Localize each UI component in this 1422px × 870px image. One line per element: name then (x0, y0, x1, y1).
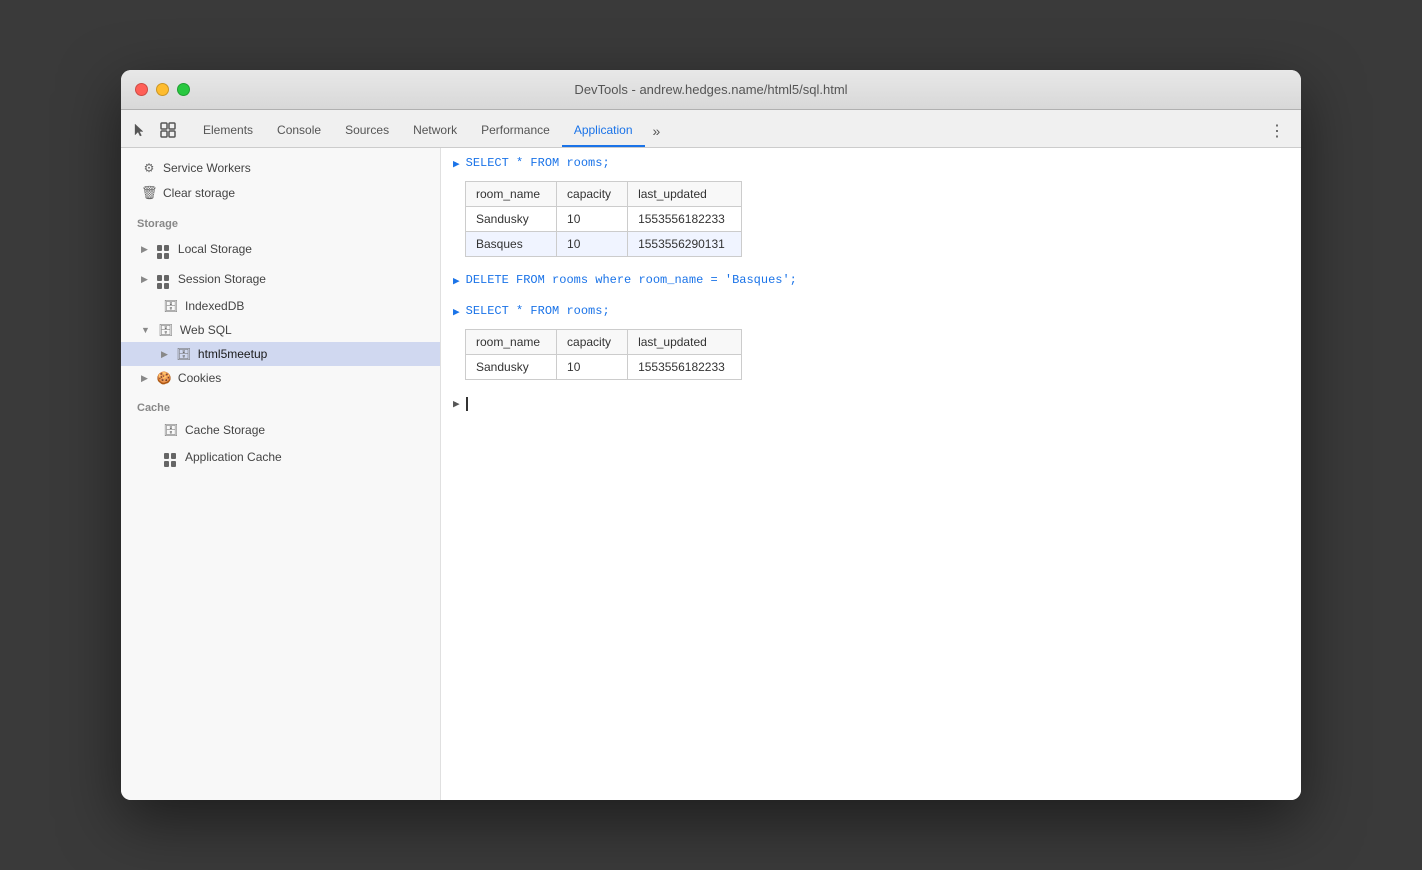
service-workers-label: Service Workers (163, 161, 428, 175)
cursor-icon[interactable] (129, 119, 151, 141)
indexeddb-label: IndexedDB (185, 299, 428, 313)
grid-icon-appcache (163, 447, 179, 467)
sql-query-2-line[interactable]: ▶ DELETE FROM rooms where room_name = 'B… (441, 265, 1301, 296)
html5meetup-label: html5meetup (198, 347, 428, 361)
sidebar-item-websql[interactable]: ▼ 🗄 Web SQL (121, 318, 440, 342)
tab-network[interactable]: Network (401, 115, 469, 147)
sidebar-item-cache-storage[interactable]: 🗄 Cache Storage (121, 418, 440, 442)
cell-room-name-2-1: Sandusky (466, 355, 557, 380)
sql-result-table-1: room_name capacity last_updated Sandusky… (465, 181, 742, 257)
clear-storage-label: Clear storage (163, 186, 428, 200)
session-storage-label: Session Storage (178, 272, 428, 286)
tab-application[interactable]: Application (562, 115, 645, 147)
devtools-menu-icon[interactable]: ⋮ (1261, 115, 1293, 147)
cell-room-name-1-2: Basques (466, 232, 557, 257)
db-icon-cache: 🗄 (163, 423, 179, 437)
websql-label: Web SQL (180, 323, 428, 337)
content-panel[interactable]: ▶ SELECT * FROM rooms; room_name capacit… (441, 148, 1301, 800)
traffic-lights (135, 83, 190, 96)
cell-capacity-1-2: 10 (557, 232, 628, 257)
table-row: Sandusky 10 1553556182233 (466, 355, 742, 380)
chevron-down-icon-websql: ▼ (141, 325, 150, 335)
minimize-button[interactable] (156, 83, 169, 96)
sql-query-1-line[interactable]: ▶ SELECT * FROM rooms; (441, 148, 1301, 179)
cookies-label: Cookies (178, 371, 428, 385)
expand-arrow-1[interactable]: ▶ (453, 157, 460, 171)
cache-storage-label: Cache Storage (185, 423, 428, 437)
close-button[interactable] (135, 83, 148, 96)
col-header-capacity-2: capacity (557, 330, 628, 355)
col-header-last-updated-2: last_updated (628, 330, 742, 355)
tab-console[interactable]: Console (265, 115, 333, 147)
tabbar: Elements Console Sources Network Perform… (121, 110, 1301, 148)
tab-elements[interactable]: Elements (191, 115, 265, 147)
prompt-arrow: ▶ (453, 397, 460, 411)
chevron-right-icon-cookies: ▶ (141, 373, 148, 384)
titlebar: DevTools - andrew.hedges.name/html5/sql.… (121, 70, 1301, 110)
sidebar-item-clear-storage[interactable]: 🗑 Clear storage (121, 180, 440, 206)
grid-icon-local (156, 239, 172, 259)
cell-last-updated-1-2: 1553556290131 (628, 232, 742, 257)
col-header-last-updated-1: last_updated (628, 182, 742, 207)
service-workers-icon: ⚙ (141, 161, 157, 175)
expand-arrow-2[interactable]: ▶ (453, 274, 460, 288)
db-icon-html5meetup: 🗄 (176, 347, 192, 361)
tab-tool-icons (129, 119, 179, 147)
expand-arrow-3[interactable]: ▶ (453, 305, 460, 319)
sidebar-item-html5meetup[interactable]: ▶ 🗄 html5meetup (121, 342, 440, 366)
cursor-blink (466, 397, 468, 411)
tab-performance[interactable]: Performance (469, 115, 562, 147)
storage-section-label: Storage (121, 206, 440, 234)
cell-capacity-2-1: 10 (557, 355, 628, 380)
col-header-capacity-1: capacity (557, 182, 628, 207)
more-tabs-button[interactable]: » (645, 115, 669, 147)
maximize-button[interactable] (177, 83, 190, 96)
inspect-icon[interactable] (157, 119, 179, 141)
col-header-room-name-1: room_name (466, 182, 557, 207)
cache-section-label: Cache (121, 390, 440, 418)
grid-icon-session (156, 269, 172, 289)
chevron-right-icon: ▶ (141, 244, 148, 255)
window-title: DevTools - andrew.hedges.name/html5/sql.… (574, 82, 847, 97)
chevron-right-icon-html5: ▶ (161, 349, 168, 360)
sql-result-table-2: room_name capacity last_updated Sandusky… (465, 329, 742, 380)
main-content: ⚙ Service Workers 🗑 Clear storage Storag… (121, 148, 1301, 800)
cookie-icon: 🍪 (156, 371, 172, 385)
trash-icon: 🗑 (141, 185, 157, 201)
sidebar-item-cookies[interactable]: ▶ 🍪 Cookies (121, 366, 440, 390)
cursor-input-line[interactable]: ▶ (441, 388, 1301, 419)
cell-capacity-1-1: 10 (557, 207, 628, 232)
cell-last-updated-2-1: 1553556182233 (628, 355, 742, 380)
sidebar-item-indexeddb[interactable]: 🗄 IndexedDB (121, 294, 440, 318)
sql-query-1: SELECT * FROM rooms; (466, 156, 610, 170)
table-row: Sandusky 10 1553556182233 (466, 207, 742, 232)
devtools-window: DevTools - andrew.hedges.name/html5/sql.… (121, 70, 1301, 800)
sidebar: ⚙ Service Workers 🗑 Clear storage Storag… (121, 148, 441, 800)
application-cache-label: Application Cache (185, 450, 428, 464)
sidebar-item-application-cache[interactable]: Application Cache (121, 442, 440, 472)
db-icon-indexeddb: 🗄 (163, 299, 179, 313)
db-icon-websql: 🗄 (158, 323, 174, 337)
tab-sources[interactable]: Sources (333, 115, 401, 147)
sql-query-3-line[interactable]: ▶ SELECT * FROM rooms; (441, 296, 1301, 327)
cell-room-name-1-1: Sandusky (466, 207, 557, 232)
cell-last-updated-1-1: 1553556182233 (628, 207, 742, 232)
sidebar-item-local-storage[interactable]: ▶ Local Storage (121, 234, 440, 264)
table-row: Basques 10 1553556290131 (466, 232, 742, 257)
chevron-right-icon-session: ▶ (141, 274, 148, 285)
local-storage-label: Local Storage (178, 242, 428, 256)
col-header-room-name-2: room_name (466, 330, 557, 355)
sidebar-item-service-workers[interactable]: ⚙ Service Workers (121, 156, 440, 180)
sidebar-item-session-storage[interactable]: ▶ Session Storage (121, 264, 440, 294)
sql-query-2: DELETE FROM rooms where room_name = 'Bas… (466, 273, 797, 287)
sql-query-3: SELECT * FROM rooms; (466, 304, 610, 318)
